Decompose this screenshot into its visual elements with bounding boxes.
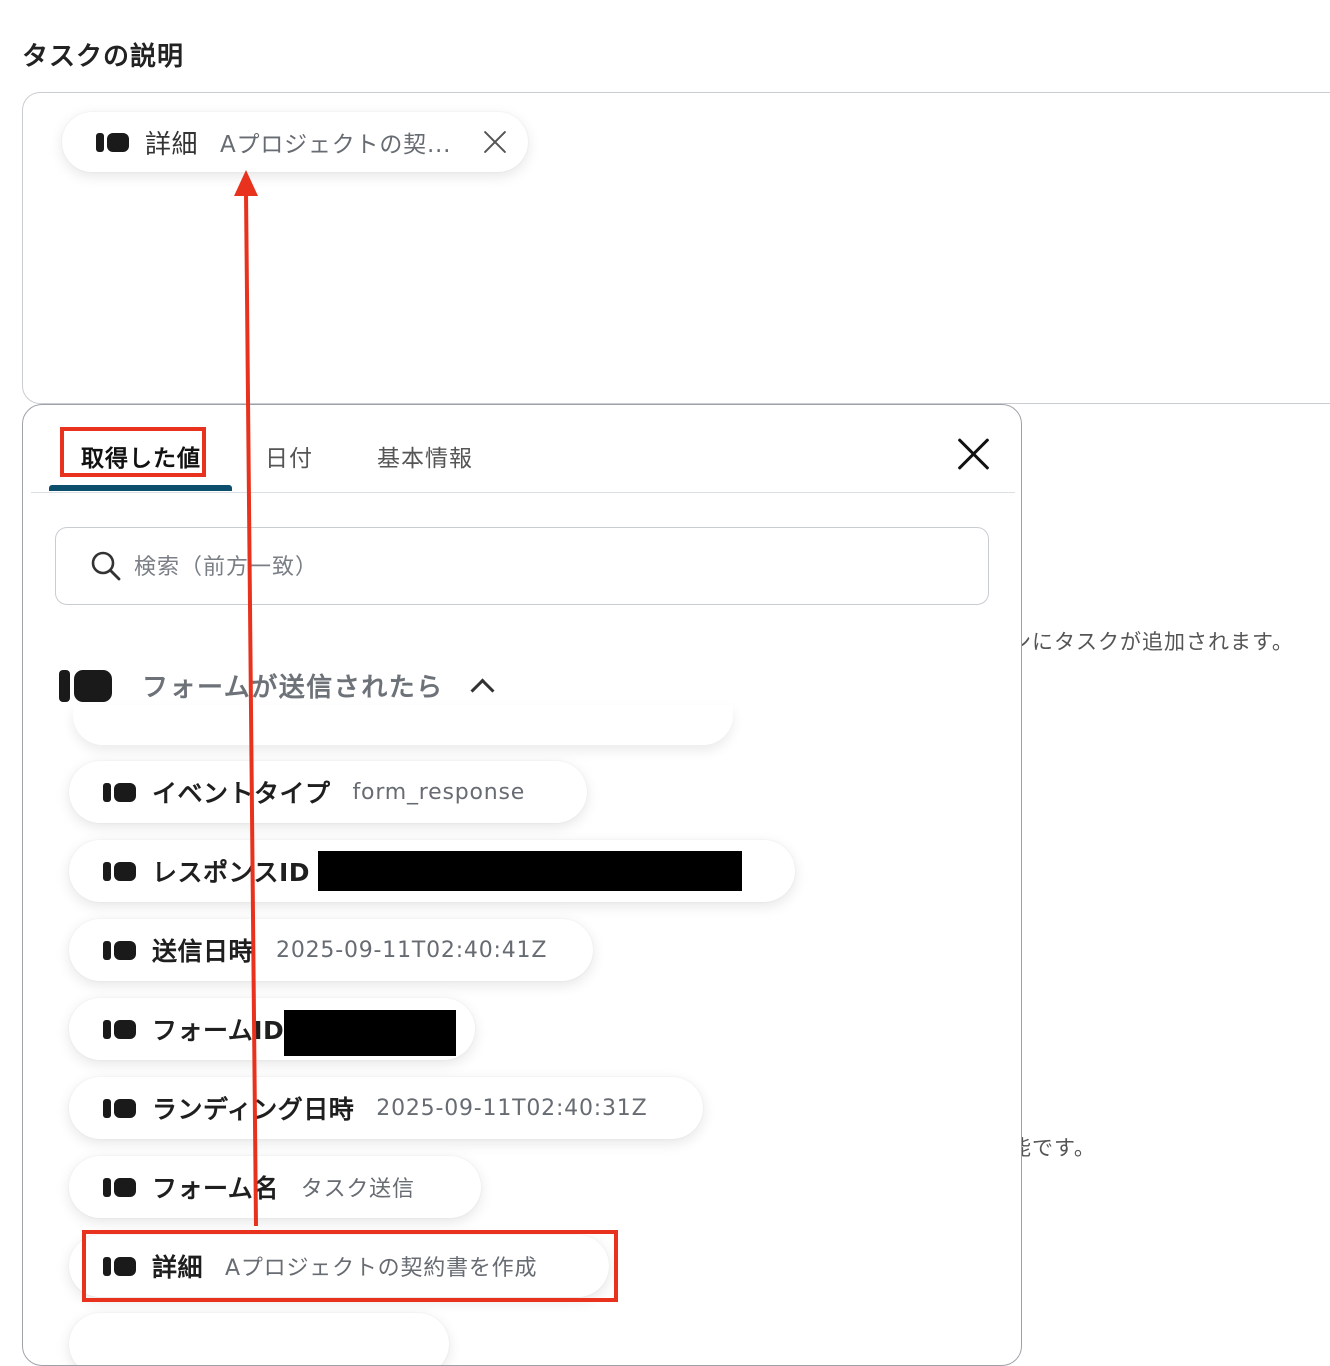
list-item[interactable]: ランディング日時 2025-09-11T02:40:31Z	[69, 1077, 703, 1139]
variable-block-icon	[103, 1019, 136, 1039]
variable-block-icon	[96, 132, 129, 152]
remove-pill-close-icon[interactable]	[482, 129, 508, 155]
background-hint-text: ンにタスクが追加されます。	[1010, 630, 1294, 654]
tab-basic-info[interactable]: 基本情報	[377, 439, 473, 473]
list-item[interactable]: 詳細 Aプロジェクトの契約書を作成	[69, 1235, 609, 1297]
item-label: ランディング日時	[152, 1095, 355, 1124]
item-label: フォーム名	[152, 1174, 279, 1203]
item-value: タスク送信	[300, 1177, 415, 1202]
redacted-value	[318, 851, 743, 891]
selected-pill-label: 詳細	[145, 129, 199, 160]
list-item[interactable]: 送信日時 2025-09-11T02:40:41Z	[69, 919, 593, 981]
list-item[interactable]: イベントタイプ form_response	[69, 761, 587, 823]
scrolled-pill-edge	[73, 705, 733, 745]
variable-block-icon	[103, 1256, 136, 1276]
search-input[interactable]	[132, 546, 956, 588]
variable-block-icon	[103, 1177, 136, 1197]
group-label: フォームが送信されたら	[142, 673, 444, 703]
tab-date[interactable]: 日付	[265, 439, 313, 473]
item-value: 2025-09-11T02:40:41Z	[276, 937, 548, 963]
tab-divider	[31, 492, 1015, 493]
item-label: レスポンスID	[152, 858, 311, 887]
variable-block-icon	[103, 1098, 136, 1118]
active-tab-indicator	[49, 485, 232, 491]
search-icon	[91, 551, 121, 581]
close-icon[interactable]	[957, 437, 991, 471]
variable-block-icon	[103, 782, 136, 802]
variable-block-icon	[103, 861, 136, 881]
item-label: 詳細	[152, 1253, 204, 1282]
search-box[interactable]	[55, 527, 989, 605]
tab-acquired-values[interactable]: 取得した値	[81, 439, 201, 473]
variable-block-icon	[103, 940, 136, 960]
background-hint-text: 能です。	[1010, 1136, 1096, 1160]
list-item[interactable]: フォーム名 タスク送信	[69, 1156, 481, 1218]
item-value: 2025-09-11T02:40:31Z	[376, 1095, 648, 1121]
section-title: タスクの説明	[22, 42, 185, 72]
item-value: form_response	[352, 779, 526, 805]
list-item[interactable]: フォームID	[69, 998, 475, 1060]
group-header[interactable]: フォームが送信されたら	[59, 667, 495, 704]
list-item-partial[interactable]	[69, 1313, 449, 1365]
variable-picker-panel: 取得した値 日付 基本情報 フォームが送信されたら イベントタイプ form_r…	[22, 404, 1022, 1366]
chevron-up-icon[interactable]	[470, 678, 495, 703]
item-label: 送信日時	[152, 937, 255, 966]
item-label: イベントタイプ	[152, 779, 331, 808]
item-value: Aプロジェクトの契約書を作成	[225, 1256, 538, 1281]
selected-pill-value: Aプロジェクトの契...	[220, 132, 452, 158]
selected-variable-pill[interactable]: 詳細 Aプロジェクトの契...	[62, 112, 528, 172]
list-item[interactable]: レスポンスID	[69, 840, 795, 902]
item-label: フォームID	[152, 1016, 285, 1045]
redacted-value	[284, 1010, 457, 1056]
group-block-icon	[59, 669, 112, 702]
